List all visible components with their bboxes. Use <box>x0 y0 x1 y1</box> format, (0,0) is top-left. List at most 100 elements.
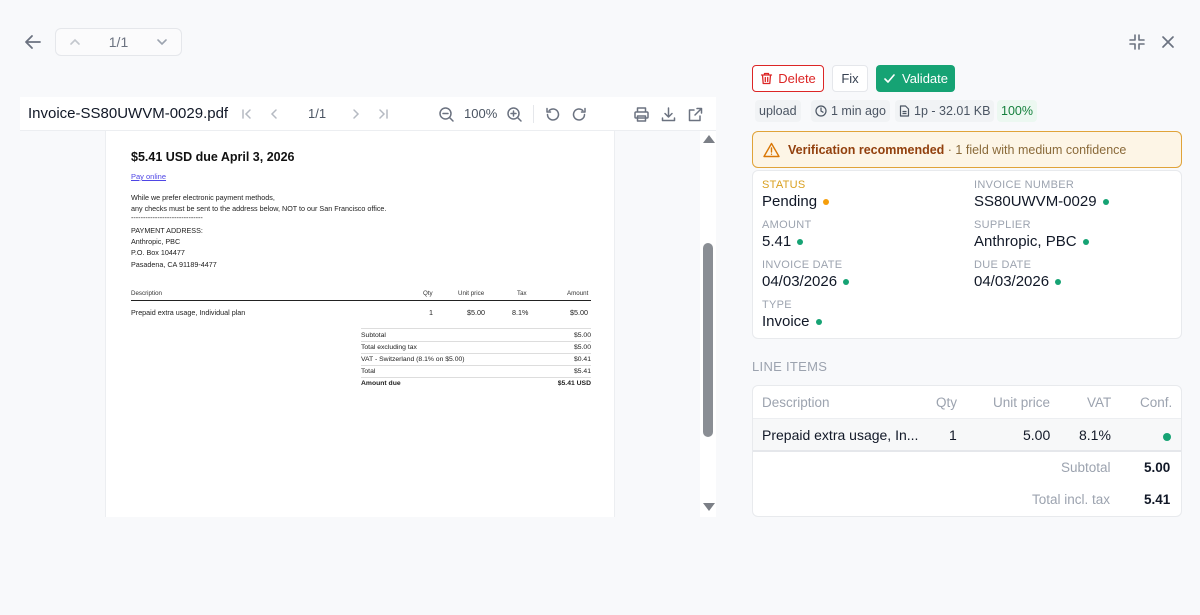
table-row[interactable]: Prepaid extra usage, In... 1 5.00 8.1% <box>753 419 1181 452</box>
field-value: Pending <box>762 193 818 210</box>
field-due-date[interactable]: DUE DATE 04/03/2026 <box>974 259 1062 290</box>
line-items-header: Description Qty Unit price VAT Conf. <box>753 386 1181 419</box>
clock-icon <box>815 105 827 117</box>
next-page-button[interactable] <box>346 104 366 124</box>
chevron-up-icon[interactable] <box>68 35 82 49</box>
doc-addr-2: P.O. Box 104477 <box>131 248 185 257</box>
check-icon <box>884 74 895 83</box>
print-button[interactable] <box>631 104 651 124</box>
rotate-left-icon <box>545 107 559 121</box>
banner-title: Verification recommended <box>788 142 945 157</box>
field-invoice-date[interactable]: INVOICE DATE 04/03/2026 <box>762 259 850 290</box>
viewer-toolbar: Invoice-SS80UWVM-0029.pdf 1/1 100% <box>20 97 716 131</box>
subtotal-value: 5.00 <box>1144 460 1171 475</box>
field-value: Invoice <box>762 313 810 330</box>
col-vat: VAT <box>1087 395 1112 410</box>
field-value: 04/03/2026 <box>974 273 1050 290</box>
viewer-scrollbar[interactable] <box>700 131 716 517</box>
viewer-canvas: $5.41 USD due April 3, 2026 Pay online W… <box>20 131 716 517</box>
doc-total-value: $5.00 <box>573 332 591 339</box>
doc-addr-label: PAYMENT ADDRESS: <box>131 226 203 235</box>
field-value: 5.41 <box>762 233 792 250</box>
time-badge: 1 min ago <box>811 100 890 122</box>
chevron-left-icon <box>270 109 277 119</box>
download-button[interactable] <box>658 104 678 124</box>
rotate-right-button[interactable] <box>569 104 589 124</box>
doc-dashes: ------------------------------ <box>131 213 203 222</box>
last-page-button[interactable] <box>373 104 393 124</box>
field-label: STATUS <box>762 179 806 191</box>
scroll-up-icon[interactable] <box>703 135 715 143</box>
zoom-in-button[interactable] <box>504 104 524 124</box>
chevron-right-icon <box>353 109 360 119</box>
doc-total-label: VAT - Switzerland (8.1% on $5.00) <box>361 356 465 363</box>
pdf-viewer: Invoice-SS80UWVM-0029.pdf 1/1 100% $5.41… <box>20 97 716 517</box>
close-button[interactable] <box>1158 32 1178 52</box>
validate-button[interactable]: Validate <box>876 65 955 92</box>
size-label: 1p - 32.01 KB <box>914 104 991 118</box>
field-label: INVOICE DATE <box>762 259 843 271</box>
field-type[interactable]: TYPE Invoice <box>762 299 822 330</box>
zoom-in-icon <box>506 106 522 122</box>
field-amount[interactable]: AMOUNT 5.41 <box>762 219 811 250</box>
source-label: upload <box>759 104 797 118</box>
fix-button[interactable]: Fix <box>832 65 868 92</box>
field-label: AMOUNT <box>762 219 812 231</box>
pager-label: 1/1 <box>108 34 129 50</box>
scroll-down-icon[interactable] <box>703 503 715 511</box>
zoom-level: 100% <box>464 106 498 121</box>
back-button[interactable] <box>22 31 44 53</box>
doc-totals-rule <box>361 365 591 366</box>
collapse-button[interactable] <box>1127 32 1147 52</box>
field-status[interactable]: STATUS Pending <box>762 179 830 210</box>
rotate-right-icon <box>572 107 586 121</box>
chevron-down-icon[interactable] <box>155 35 169 49</box>
total-label: Total incl. tax <box>1032 492 1111 507</box>
subtotal-label: Subtotal <box>1061 460 1111 475</box>
collapse-icon <box>1129 34 1145 50</box>
doc-total-label: Total excluding tax <box>361 344 417 351</box>
size-badge: 1p - 32.01 KB <box>895 100 995 122</box>
pay-online-link[interactable]: Pay online <box>131 172 166 181</box>
field-invoice-number[interactable]: INVOICE NUMBER SS80UWVM-0029 <box>974 179 1109 210</box>
col-description: Description <box>762 395 830 410</box>
field-label: INVOICE NUMBER <box>974 179 1075 191</box>
first-page-button[interactable] <box>237 104 257 124</box>
doc-total-label: Amount due <box>361 380 401 387</box>
toolbar-divider <box>533 105 534 123</box>
extracted-fields-card: STATUS Pending INVOICE NUMBER SS80UWVM-0… <box>752 170 1182 339</box>
confidence-dot <box>1055 278 1062 285</box>
field-label: TYPE <box>762 299 792 311</box>
confidence-dot <box>1163 433 1171 441</box>
doc-col-description: Description <box>131 290 162 297</box>
confidence-dot <box>1102 198 1109 205</box>
printer-icon <box>633 106 649 122</box>
doc-row-qty: 1 <box>429 308 433 317</box>
total-value: 5.41 <box>1144 492 1171 507</box>
doc-row-unit-price: $5.00 <box>467 308 485 317</box>
banner-detail: · 1 field with medium confidence <box>944 142 1127 157</box>
zoom-out-icon <box>438 106 454 122</box>
cell-unit-price: 5.00 <box>1023 427 1051 443</box>
field-supplier[interactable]: SUPPLIER Anthropic, PBC <box>974 219 1089 250</box>
file-icon <box>899 105 910 117</box>
doc-col-qty: Qty <box>423 290 433 297</box>
col-qty: Qty <box>936 395 958 410</box>
field-label: SUPPLIER <box>974 219 1031 231</box>
doc-total-label: Total <box>361 368 376 375</box>
scrollbar-thumb[interactable] <box>703 243 713 437</box>
open-external-button[interactable] <box>685 104 705 124</box>
doc-row-description: Prepaid extra usage, Individual plan <box>131 308 246 317</box>
zoom-out-button[interactable] <box>436 104 456 124</box>
prev-page-button[interactable] <box>264 104 284 124</box>
doc-row-amount: $5.00 <box>570 308 588 317</box>
confidence-dot <box>1082 238 1089 245</box>
first-page-icon <box>242 109 251 119</box>
doc-total-value: $5.00 <box>573 344 591 351</box>
rotate-left-button[interactable] <box>542 104 562 124</box>
delete-button[interactable]: Delete <box>752 65 824 92</box>
cell-description: Prepaid extra usage, In... <box>762 427 919 443</box>
doc-title: $5.41 USD due April 3, 2026 <box>131 150 295 164</box>
verification-banner: Verification recommended · 1 field with … <box>752 131 1182 168</box>
doc-total-value: $0.41 <box>573 356 591 363</box>
